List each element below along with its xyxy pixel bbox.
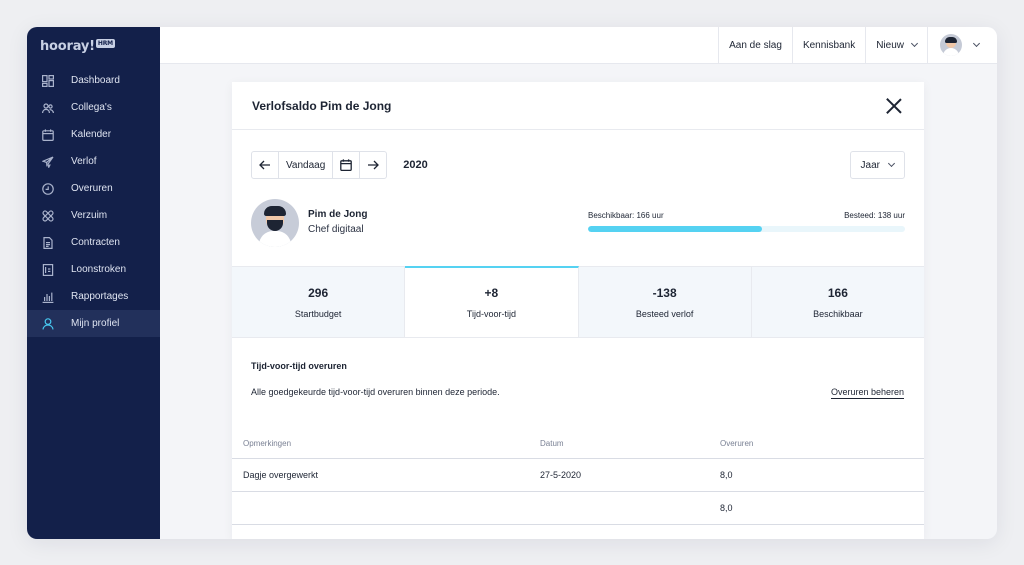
sidebar-item-contracten[interactable]: Contracten <box>27 229 160 256</box>
tab-besteed-verlof[interactable]: -138 Besteed verlof <box>578 266 752 337</box>
sidebar-item-label: Rapportages <box>71 291 129 302</box>
cell-hours: 8,0 <box>720 470 733 480</box>
total-hours: 8,0 <box>720 503 733 513</box>
clock-icon <box>42 182 54 195</box>
table-total-row: 8,0 <box>232 492 924 525</box>
section-description: Alle goedgekeurde tijd-voor-tijd overure… <box>251 387 500 397</box>
stat-label: Tijd-voor-tijd <box>466 309 516 319</box>
next-button[interactable] <box>360 152 386 178</box>
chevron-down-icon <box>972 39 981 48</box>
overtime-table: Opmerkingen Datum Overuren Dagje overgew… <box>232 429 924 525</box>
sidebar-item-label: Verzuim <box>71 210 108 221</box>
stat-value: 296 <box>308 285 329 300</box>
sidebar-item-loonstroken[interactable]: Loonstroken <box>27 256 160 283</box>
sidebar-item-label: Collega's <box>71 102 112 113</box>
table-header: Opmerkingen Datum Overuren <box>232 429 924 459</box>
sidebar-item-label: Mijn profiel <box>71 318 120 329</box>
date-navigator: Vandaag <box>251 151 388 179</box>
calendar-icon <box>340 159 353 171</box>
dashboard-icon <box>42 74 54 87</box>
logo[interactable]: hooray! HRM <box>40 39 115 54</box>
calendar-icon <box>42 128 54 141</box>
sidebar-item-verzuim[interactable]: Verzuim <box>27 202 160 229</box>
avatar <box>251 199 299 247</box>
arrow-left-icon <box>259 160 270 170</box>
progress-fill <box>588 226 763 232</box>
dialog-header: Verlofsaldo Pim de Jong <box>232 82 924 130</box>
leave-progress: Beschikbaar: 166 uur Besteed: 138 uur <box>588 211 905 232</box>
chevron-down-icon <box>910 39 919 48</box>
sidebar-item-label: Kalender <box>71 129 112 140</box>
sidebar-item-mijn-profiel[interactable]: Mijn profiel <box>27 310 160 337</box>
stat-value: 166 <box>827 285 848 300</box>
avatar <box>940 34 962 56</box>
arrow-right-icon <box>368 160 380 170</box>
sidebar-item-collegas[interactable]: Collega's <box>27 94 160 121</box>
column-header-opmerkingen: Opmerkingen <box>243 439 292 448</box>
user-menu[interactable] <box>927 27 997 63</box>
sidebar-item-label: Verlof <box>71 156 97 167</box>
cell-date: 27-5-2020 <box>540 470 582 480</box>
bandage-icon <box>42 209 54 222</box>
sidebar-item-label: Dashboard <box>71 75 120 86</box>
calendar-button[interactable] <box>333 152 361 178</box>
period-select-value: Jaar <box>860 159 880 171</box>
employee-role: Chef digitaal <box>308 224 364 235</box>
previous-button[interactable] <box>252 152 279 178</box>
tab-startbudget[interactable]: 296 Startbudget <box>232 266 406 337</box>
spent-label: Besteed: 138 uur <box>844 211 905 220</box>
sidebar-item-overuren[interactable]: Overuren <box>27 175 160 202</box>
get-started-link[interactable]: Aan de slag <box>718 27 792 63</box>
leave-balance-dialog: Verlofsaldo Pim de Jong Vandaag 2020 Jaa… <box>232 82 924 539</box>
section-title: Tijd-voor-tijd overuren <box>251 361 347 371</box>
user-icon <box>42 317 54 330</box>
tab-tijd-voor-tijd[interactable]: +8 Tijd-voor-tijd <box>405 266 579 337</box>
sidebar: hooray! HRM Dashboard Collega's Kalender … <box>27 27 160 539</box>
plane-icon <box>42 155 54 168</box>
tab-beschikbaar[interactable]: 166 Beschikbaar <box>751 266 924 337</box>
sidebar-item-kalender[interactable]: Kalender <box>27 121 160 148</box>
progress-track <box>588 226 905 232</box>
new-menu-label: Nieuw <box>876 39 904 51</box>
people-icon <box>42 102 54 114</box>
sidebar-item-verlof[interactable]: Verlof <box>27 148 160 175</box>
payslip-icon <box>42 263 54 276</box>
stat-label: Besteed verlof <box>635 308 694 319</box>
column-header-overuren: Overuren <box>720 439 754 448</box>
date-toolbar: Vandaag 2020 Jaar <box>251 151 905 179</box>
dialog-title: Verlofsaldo Pim de Jong <box>252 98 392 113</box>
sidebar-item-label: Contracten <box>71 237 120 248</box>
close-icon[interactable] <box>884 96 904 116</box>
table-row[interactable]: Dagje overgewerkt 27-5-2020 8,0 <box>232 459 924 492</box>
logo-badge: HRM <box>95 39 115 48</box>
employee-name: Pim de Jong <box>308 209 368 220</box>
logo-text: hooray! <box>40 39 95 54</box>
today-button[interactable]: Vandaag <box>279 152 334 178</box>
chevron-down-icon <box>887 159 896 168</box>
sidebar-item-label: Overuren <box>71 183 113 194</box>
sidebar-nav: Dashboard Collega's Kalender Verlof Over… <box>27 67 160 337</box>
period-select[interactable]: Jaar <box>849 151 905 179</box>
top-bar: Aan de slag Kennisbank Nieuw <box>160 27 997 64</box>
document-icon <box>42 236 54 249</box>
column-header-datum: Datum <box>540 439 564 448</box>
new-menu[interactable]: Nieuw <box>865 27 927 63</box>
stat-value: +8 <box>484 286 499 300</box>
knowledge-base-link[interactable]: Kennisbank <box>791 27 865 63</box>
stat-label: Beschikbaar <box>813 308 863 319</box>
sidebar-item-dashboard[interactable]: Dashboard <box>27 67 160 94</box>
year-label: 2020 <box>403 159 428 171</box>
cell-remark: Dagje overgewerkt <box>243 470 319 480</box>
available-label: Beschikbaar: 166 uur <box>588 211 664 220</box>
bar-chart-icon <box>42 291 54 303</box>
stat-value: -138 <box>652 285 677 300</box>
sidebar-item-rapportages[interactable]: Rapportages <box>27 283 160 310</box>
sidebar-item-label: Loonstroken <box>71 264 127 275</box>
employee-summary: Pim de Jong Chef digitaal Beschikbaar: 1… <box>251 199 905 247</box>
stat-label: Startbudget <box>294 308 342 319</box>
app-window: hooray! HRM Dashboard Collega's Kalender … <box>27 27 997 539</box>
balance-tabs: 296 Startbudget +8 Tijd-voor-tijd -138 B… <box>232 266 924 338</box>
manage-overtime-link[interactable]: Overuren beheren <box>830 387 904 399</box>
